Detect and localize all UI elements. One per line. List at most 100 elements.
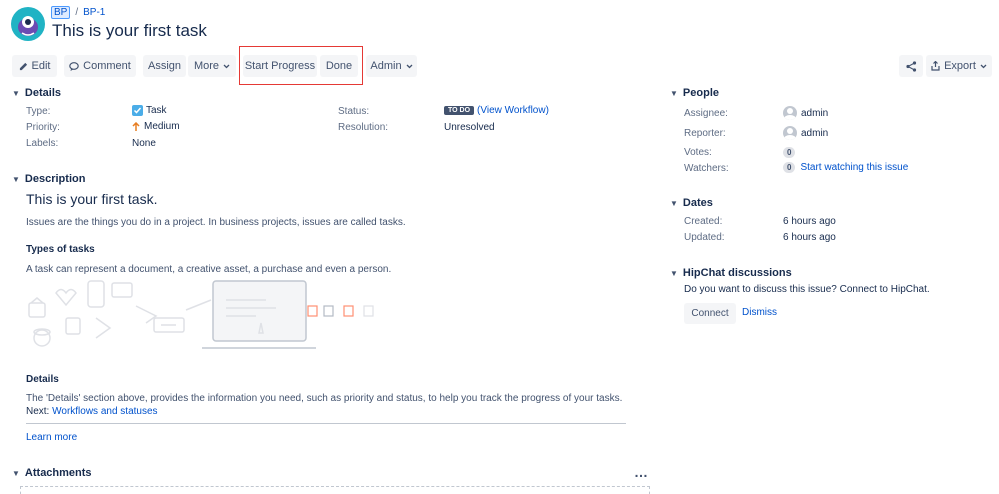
status-label: Status: (338, 106, 370, 117)
labels-value: None (132, 138, 156, 149)
start-progress-button[interactable]: Start Progress (243, 55, 317, 77)
user-avatar-icon (783, 126, 797, 140)
edit-button[interactable]: Edit (12, 55, 57, 77)
people-section-title: People (682, 87, 719, 99)
people-section-toggle[interactable]: ▼ People (670, 87, 719, 99)
connect-button[interactable]: Connect (684, 303, 736, 324)
more-button[interactable]: More (188, 55, 236, 77)
attachments-more-button[interactable]: … (634, 464, 648, 480)
assignee-value[interactable]: admin (783, 106, 828, 120)
priority-value: Medium (132, 121, 180, 132)
details-section-title: Details (24, 87, 61, 99)
types-text: A task can represent a document, a creat… (26, 264, 392, 275)
labels-label: Labels: (26, 138, 59, 149)
admin-label: Admin (370, 60, 402, 72)
description-divider (26, 423, 626, 424)
export-icon (931, 61, 940, 71)
created-label: Created: (684, 216, 723, 227)
updated-value: 6 hours ago (783, 232, 836, 243)
votes-label: Votes: (684, 147, 712, 158)
view-workflow-link[interactable]: (View Workflow) (477, 105, 549, 116)
done-button[interactable]: Done (320, 55, 358, 77)
task-types-illustration (28, 280, 374, 349)
next-line: Next: Workflows and statuses (26, 406, 158, 417)
description-intro: Issues are the things you do in a projec… (26, 217, 406, 228)
description-section-toggle[interactable]: ▼ Description (12, 173, 85, 185)
workflows-statuses-link[interactable]: Workflows and statuses (52, 406, 157, 417)
hipchat-text: Do you want to discuss this issue? Conne… (684, 284, 930, 295)
reporter-value[interactable]: admin (783, 126, 828, 140)
breadcrumb: BP / BP-1 (51, 6, 105, 19)
share-button[interactable] (899, 55, 923, 77)
updated-label: Updated: (684, 232, 725, 243)
connect-label: Connect (691, 308, 729, 319)
export-label: Export (944, 60, 976, 72)
priority-arrow-up-icon (132, 121, 140, 131)
chevron-down-icon: ▼ (12, 468, 20, 478)
description-heading: This is your first task. (26, 191, 158, 207)
assignee-label: Assignee: (684, 108, 728, 119)
admin-button[interactable]: Admin (366, 55, 417, 77)
hipchat-section-toggle[interactable]: ▼ HipChat discussions (670, 267, 792, 279)
created-value: 6 hours ago (783, 216, 836, 227)
description-section-title: Description (24, 173, 86, 185)
priority-value-text: Medium (144, 121, 180, 132)
breadcrumb-separator: / (75, 7, 79, 18)
type-value-text: Task (146, 105, 167, 116)
monster-icon (18, 16, 38, 36)
status-badge: TO DO (444, 106, 475, 115)
reporter-name: admin (801, 127, 829, 139)
attachments-section-toggle[interactable]: ▼ Attachments (12, 467, 92, 479)
resolution-label: Resolution: (338, 122, 389, 133)
user-avatar-icon (783, 106, 797, 120)
assign-label: Assign (147, 60, 182, 72)
project-key-badge[interactable]: BP (51, 6, 71, 19)
priority-label: Priority: (26, 122, 60, 133)
page-title: This is your first task (52, 21, 207, 40)
pencil-icon (19, 62, 27, 70)
watchers-count[interactable]: 0 (783, 162, 796, 173)
chevron-down-icon (406, 64, 413, 68)
chevron-down-icon (980, 64, 987, 68)
chevron-down-icon: ▼ (12, 88, 20, 98)
hipchat-section-title: HipChat discussions (682, 267, 792, 279)
comment-icon (69, 61, 79, 71)
attachments-section-title: Attachments (24, 467, 92, 479)
dates-section-title: Dates (682, 197, 713, 209)
task-checkbox-icon (132, 105, 143, 116)
chevron-down-icon: ▼ (670, 88, 678, 98)
chevron-down-icon: ▼ (12, 174, 20, 184)
chevron-down-icon: ▼ (670, 268, 678, 278)
details-section-toggle[interactable]: ▼ Details (12, 87, 61, 99)
resolution-value: Unresolved (444, 122, 495, 133)
issue-key-link[interactable]: BP-1 (83, 7, 105, 18)
votes-count[interactable]: 0 (783, 147, 796, 158)
details-subheading: Details (26, 374, 59, 385)
type-value: Task (132, 105, 167, 116)
comment-button[interactable]: Comment (64, 55, 136, 77)
assign-button[interactable]: Assign (143, 55, 186, 77)
watchers-value: 0 Start watching this issue (783, 162, 908, 173)
type-label: Type: (26, 106, 51, 117)
status-value: TO DO (View Workflow) (444, 105, 549, 116)
assignee-name: admin (801, 107, 829, 119)
dates-section-toggle[interactable]: ▼ Dates (670, 197, 713, 209)
details-paragraph: The 'Details' section above, provides th… (26, 393, 623, 404)
export-button[interactable]: Export (926, 55, 992, 77)
share-icon (905, 60, 916, 72)
start-progress-label: Start Progress (244, 60, 316, 72)
edit-label: Edit (31, 60, 51, 72)
chevron-down-icon (223, 64, 230, 68)
start-watching-link[interactable]: Start watching this issue (800, 162, 908, 173)
attachments-dropzone[interactable] (20, 486, 650, 494)
watchers-label: Watchers: (684, 163, 729, 174)
dismiss-link[interactable]: Dismiss (742, 307, 777, 318)
project-avatar[interactable] (11, 7, 45, 41)
types-heading: Types of tasks (26, 244, 95, 255)
more-label: More (193, 60, 220, 72)
comment-label: Comment (83, 60, 131, 72)
done-label: Done (325, 60, 353, 72)
chevron-down-icon: ▼ (670, 198, 678, 208)
reporter-label: Reporter: (684, 128, 726, 139)
learn-more-link[interactable]: Learn more (26, 432, 77, 443)
